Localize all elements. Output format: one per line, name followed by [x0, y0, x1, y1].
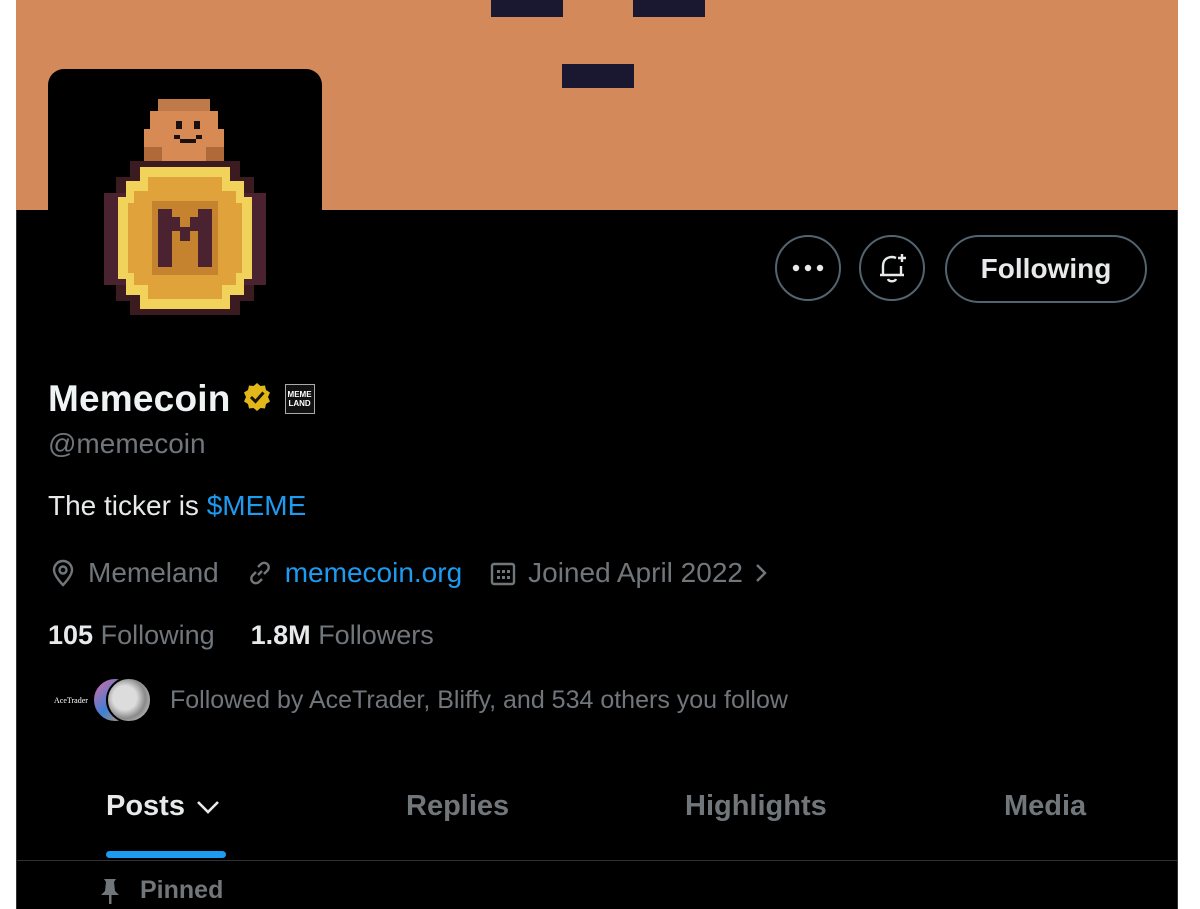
profile-meta: Memeland memecoin.org Joined April 2022 [48, 553, 809, 593]
tab-posts-label: Posts [106, 790, 185, 822]
bio-cashtag-link[interactable]: $MEME [207, 490, 307, 521]
pinned-label: Pinned [140, 876, 224, 904]
website-item[interactable]: memecoin.org [245, 557, 462, 589]
bio-text: The ticker is [48, 490, 207, 521]
followed-by-row[interactable]: AceTrader Followed by AceTrader, Bliffy,… [48, 676, 788, 724]
coin-mascot-image [104, 99, 266, 315]
pin-icon [101, 878, 119, 904]
affiliate-badge-line2: LAND [288, 399, 311, 408]
avatar-third-follower [106, 677, 152, 723]
joined-text: Joined April 2022 [528, 557, 743, 588]
more-horizontal-icon [792, 264, 824, 272]
banner-eye-left [491, 0, 563, 17]
following-button[interactable]: Following [945, 235, 1147, 303]
chevron-down-icon[interactable] [195, 797, 221, 817]
following-label: Following [100, 620, 215, 650]
tab-posts[interactable]: Posts [106, 790, 221, 823]
profile-tabs: Posts Replies Highlights Media [17, 770, 1177, 861]
page-gutter-left [0, 0, 16, 909]
following-stat[interactable]: 105 Following [48, 620, 215, 651]
bell-plus-icon [880, 254, 906, 283]
joined-item: Joined April 2022 [488, 557, 783, 589]
following-count: 105 [48, 620, 94, 650]
more-options-button[interactable] [775, 235, 841, 301]
calendar-icon [490, 562, 516, 586]
profile-bio: The ticker is $MEME [48, 490, 306, 522]
profile-avatar[interactable] [48, 69, 322, 331]
followed-by-text: Followed by AceTrader, Bliffy, and 534 o… [170, 685, 788, 714]
website-link[interactable]: memecoin.org [285, 557, 462, 589]
notifications-button[interactable] [859, 235, 925, 301]
followed-by-avatars: AceTrader [48, 677, 152, 723]
followers-stat[interactable]: 1.8M Followers [251, 620, 434, 651]
page-gutter-right [1178, 0, 1200, 909]
user-handle: @memecoin [48, 428, 206, 459]
tab-highlights[interactable]: Highlights [685, 790, 827, 823]
followers-count: 1.8M [250, 620, 311, 650]
location-text: Memeland [88, 557, 219, 588]
location-item: Memeland [48, 557, 219, 589]
profile-name-row: Memecoin MEME LAND [48, 376, 315, 422]
tab-replies[interactable]: Replies [406, 790, 509, 823]
verified-badge-icon[interactable] [241, 381, 273, 418]
affiliate-badge-line1: MEME [287, 390, 312, 399]
tab-media[interactable]: Media [1004, 790, 1086, 823]
avatar-acetrader-text: AceTrader [54, 695, 88, 705]
followers-label: Followers [318, 620, 434, 650]
avatar-acetrader: AceTrader [48, 677, 94, 723]
banner-mouth [562, 64, 634, 88]
pinned-indicator: Pinned [98, 876, 223, 905]
follow-stats: 105 Following 1.8M Followers [48, 620, 470, 651]
link-icon [249, 561, 270, 585]
active-tab-indicator [106, 851, 226, 858]
affiliate-badge[interactable]: MEME LAND [284, 384, 315, 414]
banner-eye-right [633, 0, 705, 17]
column-border-right [1177, 210, 1178, 909]
chevron-right-icon[interactable] [751, 558, 773, 588]
location-pin-icon [52, 559, 74, 587]
display-name: Memecoin [48, 378, 231, 419]
